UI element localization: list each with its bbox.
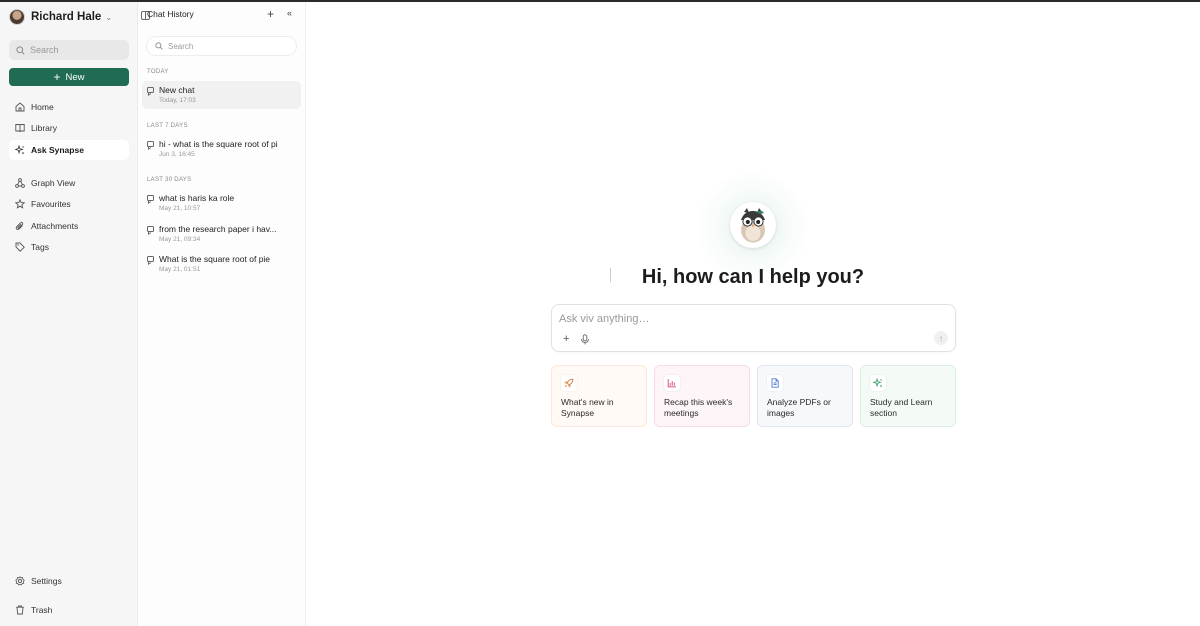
search-icon — [155, 42, 163, 50]
suggestion-label: Analyze PDFs or images — [767, 397, 831, 418]
suggestion-card-study-learn[interactable]: Study and Learn section — [860, 365, 956, 427]
graph-icon — [15, 178, 25, 188]
paperclip-icon — [15, 221, 25, 231]
sidebar-item-favourites[interactable]: Favourites — [9, 194, 129, 214]
suggestion-label: Study and Learn section — [870, 397, 933, 418]
chat-history-item[interactable]: what is haris ka role May 21, 10:57 — [142, 189, 301, 217]
sidebar-item-label: Attachments — [31, 220, 79, 231]
chat-history-header: Chat History + « — [138, 7, 306, 24]
suggestion-label: Recap this week's meetings — [664, 397, 733, 418]
sidebar-footer: Settings Trash — [9, 571, 129, 621]
gear-icon — [15, 576, 25, 586]
section-label-last-30-days: LAST 30 DAYS — [147, 177, 192, 183]
sidebar-item-label: Ask Synapse — [31, 144, 84, 155]
chat-item-title: hi - what is the square root of pi — [159, 139, 278, 149]
chat-item-title: what is haris ka role — [159, 193, 235, 203]
chat-bubble-icon — [147, 87, 154, 93]
bar-chart-icon — [664, 375, 680, 391]
sidebar-item-label: Trash — [31, 605, 53, 615]
main-content: Hi, how can I help you? + ↑ What's new i… — [306, 2, 1200, 626]
new-chat-plus-icon[interactable]: + — [267, 7, 274, 21]
sidebar-nav-secondary: Graph View Favourites Attachments Tags — [9, 173, 129, 259]
suggestion-card-whats-new[interactable]: What's new in Synapse — [551, 365, 647, 427]
chat-item-title: from the research paper i hav... — [159, 224, 277, 234]
trash-icon — [15, 605, 25, 615]
sparkles-icon — [870, 375, 886, 391]
user-name: Richard Hale — [31, 11, 102, 23]
chat-input[interactable] — [559, 311, 939, 327]
chat-history-search[interactable] — [146, 36, 297, 56]
chat-bubble-icon — [147, 195, 154, 201]
section-label-today: TODAY — [147, 69, 169, 75]
collapse-icon[interactable]: « — [287, 8, 292, 18]
suggestion-card-analyze-pdfs[interactable]: Analyze PDFs or images — [757, 365, 853, 427]
chat-item-time: Today, 17:03 — [159, 97, 196, 104]
sidebar-item-trash[interactable]: Trash — [9, 600, 129, 620]
book-icon — [15, 123, 25, 133]
sidebar-item-label: Home — [31, 102, 54, 112]
chat-item-time: May 21, 09:34 — [159, 236, 201, 243]
star-icon — [15, 199, 25, 210]
sidebar-search-input[interactable] — [30, 45, 120, 55]
microphone-icon[interactable] — [580, 334, 590, 345]
greeting-heading: Hi, how can I help you? — [306, 266, 1200, 289]
sidebar-item-library[interactable]: Library — [9, 118, 129, 138]
plus-icon: + — [53, 70, 61, 84]
sidebar-nav-primary: Home Library Ask Synapse — [9, 97, 129, 161]
home-icon — [15, 102, 25, 112]
owl-mascot-icon — [730, 202, 776, 248]
chat-item-time: May 21, 10:57 — [159, 205, 201, 212]
chat-history-item[interactable]: New chat Today, 17:03 — [142, 81, 301, 109]
sidebar-item-attachments[interactable]: Attachments — [9, 216, 129, 236]
chat-bubble-icon — [147, 141, 154, 147]
sidebar-item-settings[interactable]: Settings — [9, 571, 129, 591]
suggestion-card-recap-meetings[interactable]: Recap this week's meetings — [654, 365, 750, 427]
sidebar-search[interactable] — [9, 40, 129, 60]
greeting-text: Hi, how can I help you? — [641, 266, 865, 288]
sidebar-item-label: Favourites — [31, 199, 71, 210]
sidebar-item-label: Settings — [31, 576, 62, 586]
rocket-icon — [561, 375, 577, 391]
send-button[interactable]: ↑ — [934, 331, 948, 345]
user-menu[interactable]: Richard Hale ⌄ — [9, 9, 112, 25]
suggestion-label: What's new in Synapse — [561, 397, 614, 418]
sidebar-item-label: Graph View — [31, 178, 76, 188]
chat-bubble-icon — [147, 256, 154, 262]
chat-item-time: Jun 3, 16:45 — [159, 151, 195, 158]
section-label-last-7-days: LAST 7 DAYS — [147, 123, 188, 129]
sidebar-item-label: Library — [31, 123, 57, 134]
document-icon — [767, 375, 783, 391]
chat-item-title: What is the square root of pie — [159, 254, 271, 264]
chat-history-panel: Chat History + « TODAY New chat Today, 1… — [138, 2, 306, 626]
chat-history-item[interactable]: from the research paper i hav... May 21,… — [142, 220, 301, 248]
suggestion-cards: What's new in Synapse Recap this week's … — [551, 365, 956, 427]
sidebar: Richard Hale ⌄ + New Home Library Ask Sy… — [0, 2, 138, 626]
sidebar-item-label: Tags — [31, 242, 49, 253]
chat-history-search-input[interactable] — [168, 41, 288, 51]
chat-history-item[interactable]: What is the square root of pie May 21, 0… — [142, 250, 301, 278]
search-icon — [16, 45, 25, 55]
chat-history-item[interactable]: hi - what is the square root of pi Jun 3… — [142, 135, 301, 163]
chat-item-title: New chat — [159, 85, 195, 95]
attach-plus-icon[interactable]: + — [563, 333, 569, 345]
chevron-down-icon: ⌄ — [105, 12, 113, 22]
new-button-label: New — [65, 71, 85, 83]
sidebar-item-home[interactable]: Home — [9, 97, 129, 117]
sidebar-item-tags[interactable]: Tags — [9, 237, 129, 257]
owl-illustration — [741, 208, 765, 243]
arrow-up-icon: ↑ — [939, 333, 943, 343]
new-button[interactable]: + New — [9, 68, 129, 86]
avatar — [9, 9, 25, 25]
tag-icon — [15, 242, 25, 253]
chat-item-time: May 21, 01:51 — [159, 266, 201, 273]
chat-composer[interactable]: + ↑ — [551, 304, 956, 352]
chat-history-title: Chat History — [147, 9, 194, 19]
sparkles-icon — [15, 144, 25, 155]
sidebar-item-graph-view[interactable]: Graph View — [9, 173, 129, 193]
sidebar-item-ask-synapse[interactable]: Ask Synapse — [9, 139, 129, 160]
chat-bubble-icon — [147, 226, 154, 232]
